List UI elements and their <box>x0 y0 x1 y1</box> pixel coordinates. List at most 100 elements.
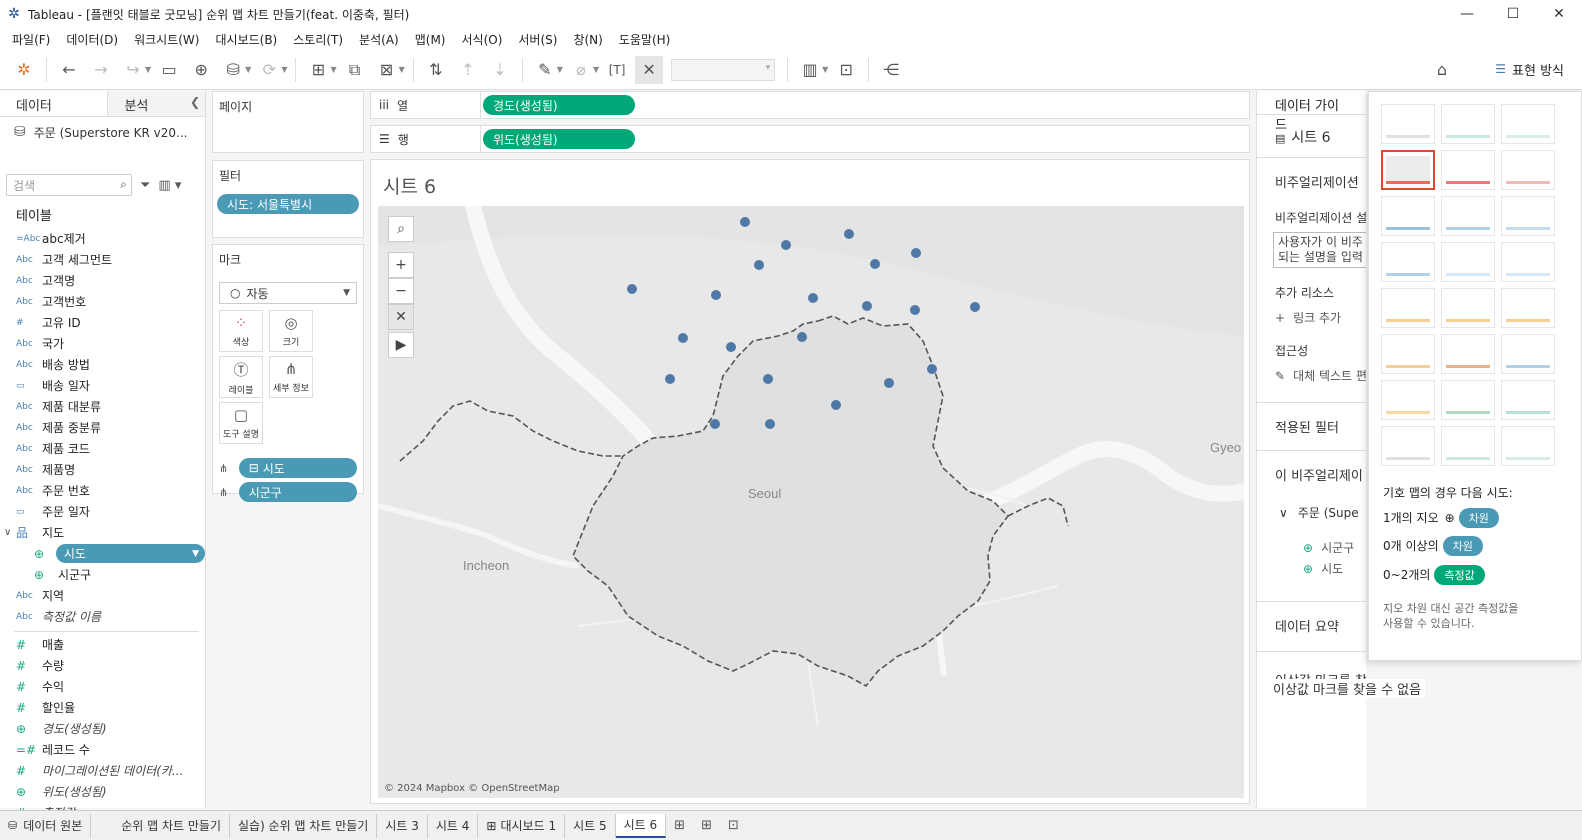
close-icon[interactable]: ✕ <box>1536 0 1582 28</box>
chart-type-option[interactable] <box>1441 426 1495 466</box>
chart-type-option[interactable] <box>1441 334 1495 374</box>
new-datasource-icon[interactable]: ⊕ <box>187 56 215 84</box>
mark-field-sigungu[interactable]: ⋔ 시군구 <box>219 482 357 502</box>
chart-type-option[interactable] <box>1381 150 1435 190</box>
map-point[interactable] <box>797 332 807 342</box>
map-point[interactable] <box>765 419 775 429</box>
pin-icon[interactable]: ✕ <box>635 55 664 84</box>
color-button[interactable]: ⁘ 색상 <box>219 310 263 352</box>
menu-worksheet[interactable]: 워크시트(W) <box>126 31 207 48</box>
map-point[interactable] <box>844 229 854 239</box>
chart-type-option[interactable] <box>1441 150 1495 190</box>
minimize-icon[interactable]: — <box>1444 0 1490 28</box>
map-point[interactable] <box>627 284 637 294</box>
field-sigungu[interactable]: ⊕ 시군구 <box>0 564 205 585</box>
columns-pill[interactable]: 경도(생성됨) <box>483 95 635 115</box>
save-icon[interactable]: ▭ <box>155 56 183 84</box>
field-item[interactable]: Abc 주문 번호 <box>0 480 205 501</box>
chart-type-option[interactable] <box>1441 288 1495 328</box>
search-icon[interactable]: ⌕ <box>388 216 414 242</box>
selected-field-pill[interactable]: 시도 ▼ <box>55 544 205 563</box>
field-item[interactable]: # 수량 <box>0 655 205 676</box>
menu-analysis[interactable]: 분석(A) <box>351 31 407 48</box>
chevron-down-icon[interactable]: ▼ <box>822 65 828 74</box>
mark-pill[interactable]: ⊟ 시도 <box>238 458 357 478</box>
tab-sheet[interactable]: 순위 맵 차트 만들기 <box>91 813 230 838</box>
chart-type-option[interactable] <box>1501 288 1555 328</box>
map-point[interactable] <box>678 333 688 343</box>
chart-type-option[interactable] <box>1501 242 1555 282</box>
field-item[interactable]: =Abc abc제거 <box>0 228 205 249</box>
chart-type-option[interactable] <box>1381 334 1435 374</box>
menu-format[interactable]: 서식(O) <box>454 31 511 48</box>
rows-pill[interactable]: 위도(생성됨) <box>483 129 635 149</box>
highlight-icon[interactable]: ✎ <box>531 56 559 84</box>
chart-type-option[interactable] <box>1381 242 1435 282</box>
expand-toolbar-icon[interactable]: ▶ <box>388 332 414 358</box>
chart-type-option[interactable] <box>1381 196 1435 236</box>
field-item[interactable]: Abc 고객명 <box>0 270 205 291</box>
search-input[interactable]: 검색 ⌕ <box>6 174 132 196</box>
label-icon[interactable]: [T] <box>603 56 631 84</box>
guide-source[interactable]: ∨ 주문 (Supe <box>1257 504 1366 521</box>
tableau-logo-icon[interactable]: ✲ <box>10 56 38 84</box>
chart-type-option[interactable] <box>1381 104 1435 144</box>
undo-icon[interactable]: ← <box>55 56 83 84</box>
chart-type-option[interactable] <box>1381 426 1435 466</box>
chart-type-option[interactable] <box>1441 104 1495 144</box>
datasource-icon[interactable]: ⛁ <box>219 56 247 84</box>
filter-pill[interactable]: 시도: 서울특별시 <box>217 194 359 214</box>
chevron-down-icon[interactable]: ▼ <box>145 65 151 74</box>
tab-data[interactable]: 데이터 <box>0 91 107 116</box>
menu-file[interactable]: 파일(F) <box>4 31 58 48</box>
field-item[interactable]: Abc 지역 <box>0 585 205 606</box>
map-point[interactable] <box>740 217 750 227</box>
tab-sheet-active[interactable]: 시트 6 <box>615 813 667 838</box>
map-point[interactable] <box>884 378 894 388</box>
map-point[interactable] <box>665 374 675 384</box>
field-item[interactable]: Abc 고객 세그먼트 <box>0 249 205 270</box>
zoom-in-icon[interactable]: + <box>388 252 414 278</box>
field-item[interactable]: # 매출 <box>0 634 205 655</box>
map-view[interactable]: Seoul Incheon Gyeo ⌕ + − ✕ ▶ © 2024 Mapb… <box>378 206 1244 798</box>
mark-type-dropdown[interactable]: ○ 자동 ▼ <box>219 282 357 304</box>
chart-type-option[interactable] <box>1501 104 1555 144</box>
chevron-down-icon[interactable]: ▼ <box>593 65 599 74</box>
show-cards-icon[interactable]: ▥ <box>796 56 824 84</box>
add-link-button[interactable]: + 링크 추가 <box>1257 309 1366 326</box>
map-point[interactable] <box>970 302 980 312</box>
map-point[interactable] <box>808 293 818 303</box>
field-item[interactable]: Abc 배송 방법 <box>0 354 205 375</box>
maximize-icon[interactable]: ☐ <box>1490 0 1536 28</box>
view-options-icon[interactable]: ▥ ▾ <box>158 178 181 193</box>
chevron-down-icon[interactable]: ▼ <box>192 549 199 559</box>
new-dashboard-icon[interactable]: ⊞ <box>693 814 720 838</box>
refresh-icon[interactable]: ⟳ <box>255 56 283 84</box>
filter-icon[interactable]: ⏷ <box>140 178 150 193</box>
chart-type-option[interactable] <box>1501 196 1555 236</box>
chart-type-option[interactable] <box>1501 426 1555 466</box>
redo-icon[interactable]: → <box>87 56 115 84</box>
clear-sheet-icon[interactable]: ⊠ <box>373 56 401 84</box>
chevron-down-icon[interactable]: ▼ <box>557 65 563 74</box>
size-button[interactable]: ◎ 크기 <box>269 310 313 352</box>
field-item[interactable]: ▭ 주문 일자 <box>0 501 205 522</box>
map-point[interactable] <box>763 374 773 384</box>
collapse-icon[interactable]: ❮ <box>190 95 200 109</box>
new-worksheet-icon[interactable]: ⊞ <box>666 814 693 838</box>
map-point[interactable] <box>870 259 880 269</box>
datasource-item[interactable]: ⛁ 주문 (Superstore KR v20... <box>0 117 205 147</box>
zoom-out-icon[interactable]: − <box>388 278 414 304</box>
map-point[interactable] <box>927 364 937 374</box>
field-item[interactable]: Abc 제품 코드 <box>0 438 205 459</box>
field-item[interactable]: Abc 제품 중분류 <box>0 417 205 438</box>
group-icon[interactable]: ⌀ <box>567 56 595 84</box>
menu-dashboard[interactable]: 대시보드(B) <box>207 31 285 48</box>
field-item[interactable]: Abc 국가 <box>0 333 205 354</box>
tooltip-button[interactable]: ▢ 도구 설명 <box>219 402 263 444</box>
description-input[interactable]: 사용자가 이 비주 되는 설명을 입력 <box>1273 232 1366 268</box>
sort-ascending-icon[interactable]: ⇡ <box>454 56 482 84</box>
map-point[interactable] <box>911 248 921 258</box>
tab-dashboard[interactable]: ⊞ 대시보드 1 <box>478 813 566 838</box>
tab-sheet[interactable]: 시트 3 <box>377 813 428 838</box>
